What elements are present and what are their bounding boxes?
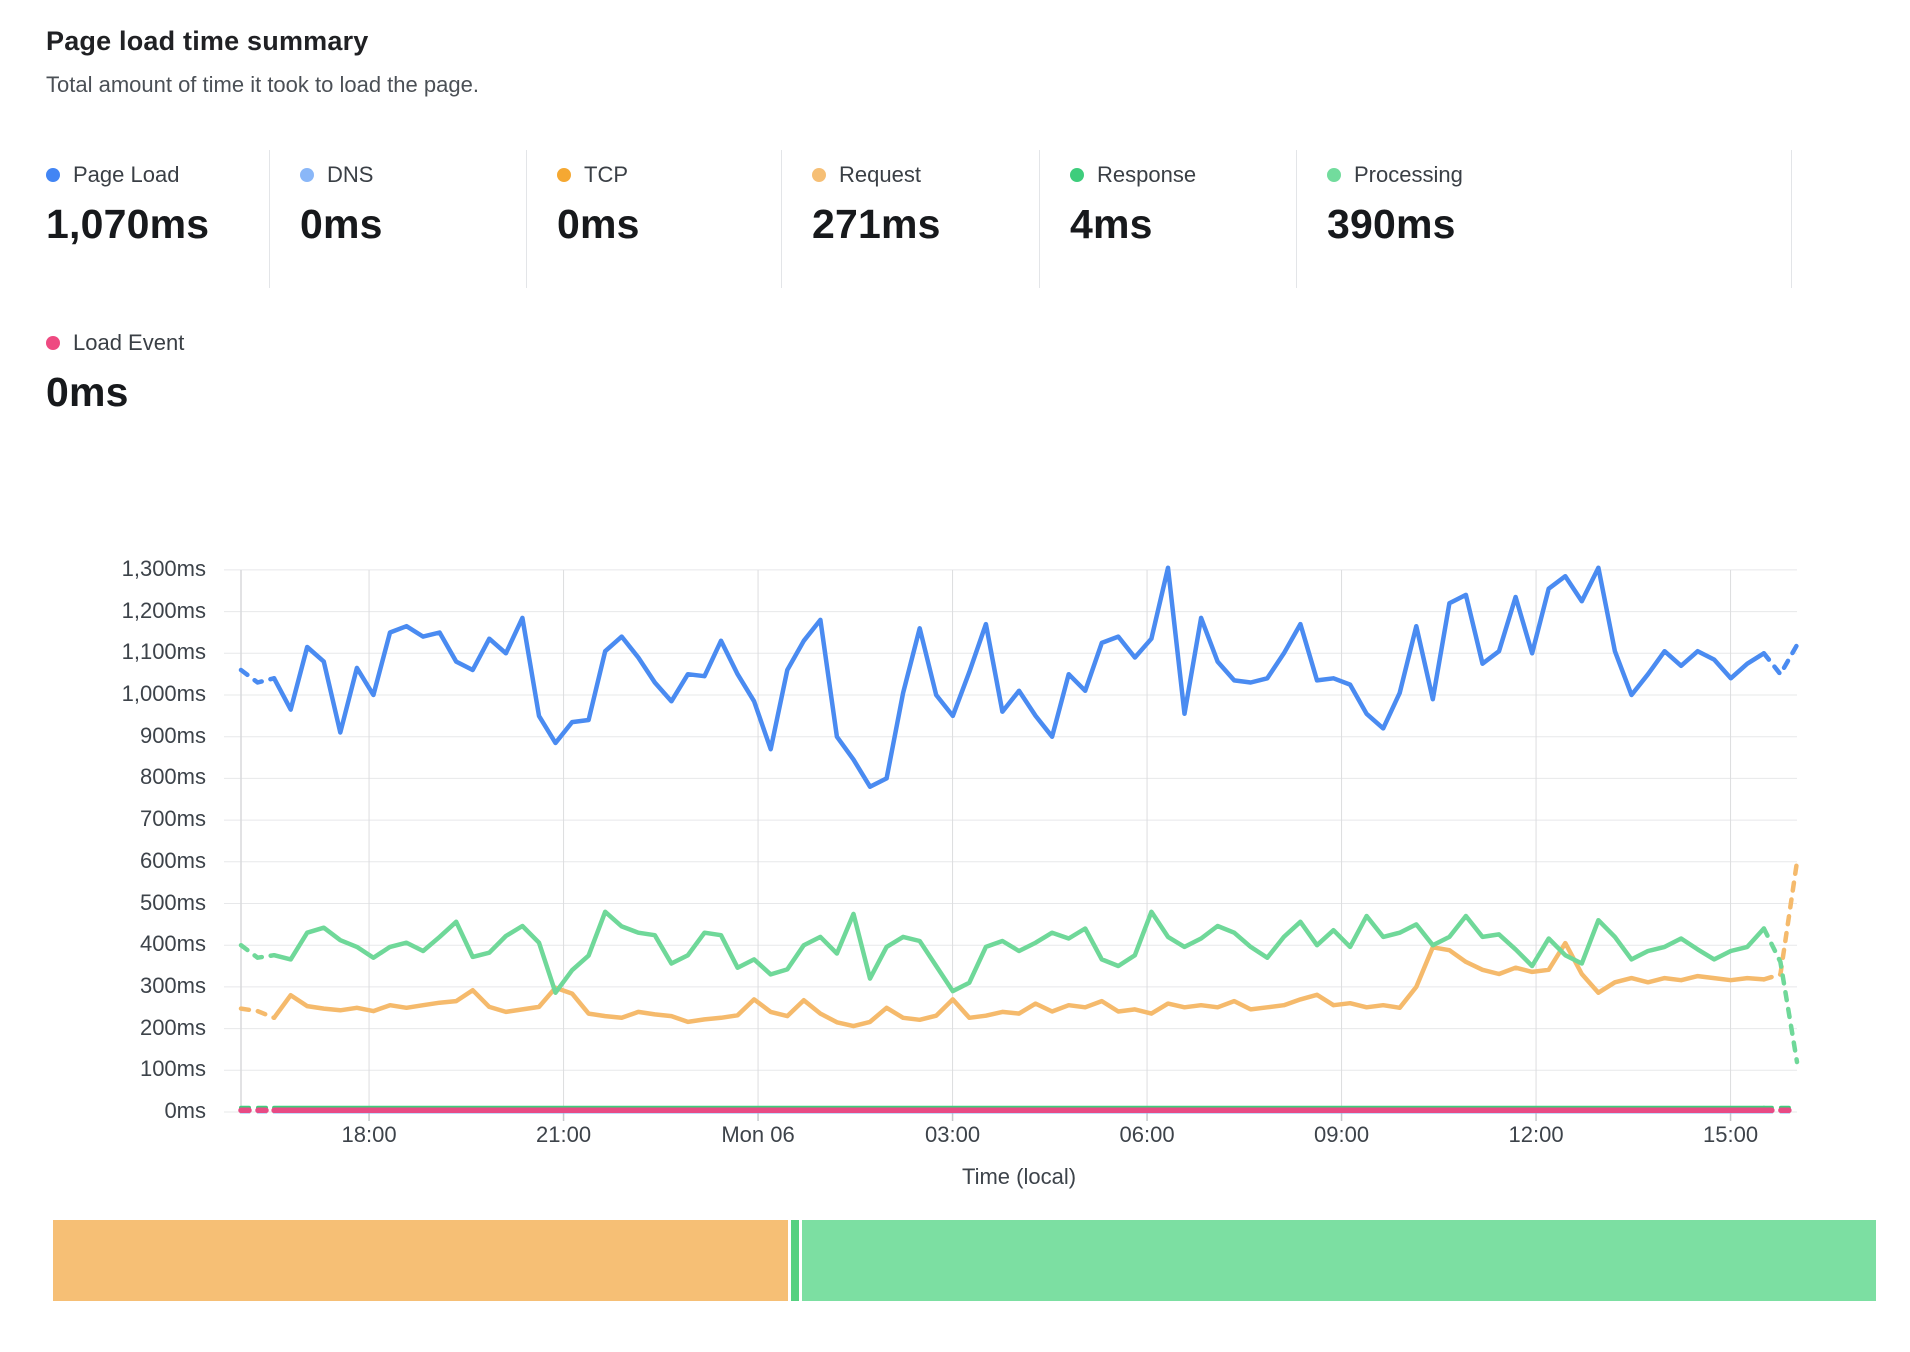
page-load-line — [274, 568, 1764, 787]
processing-line-head-dash — [241, 945, 274, 958]
x-axis-tick-label: 12:00 — [1456, 1122, 1616, 1148]
x-axis-title: Time (local) — [869, 1164, 1169, 1190]
y-axis-tick-label: 100ms — [56, 1056, 206, 1082]
y-axis-tick-label: 700ms — [56, 806, 206, 832]
processing-line — [274, 912, 1764, 993]
y-axis-tick-label: 600ms — [56, 848, 206, 874]
x-axis-tick-label: 06:00 — [1067, 1122, 1227, 1148]
y-axis-tick-label: 1,200ms — [56, 598, 206, 624]
x-axis-tick-label: 21:00 — [484, 1122, 644, 1148]
y-axis-tick-label: 300ms — [56, 973, 206, 999]
y-axis-tick-label: 800ms — [56, 764, 206, 790]
timing-distribution-bar — [53, 1220, 1876, 1301]
y-axis-tick-label: 400ms — [56, 931, 206, 957]
processing-line-tail-dash — [1764, 929, 1797, 1063]
timing-bar-segment-request-share — [53, 1220, 788, 1301]
x-axis-tick-label: 09:00 — [1262, 1122, 1422, 1148]
x-axis-tick-label: Mon 06 — [678, 1122, 838, 1148]
x-axis-tick-label: 15:00 — [1651, 1122, 1811, 1148]
x-axis-tick-label: 03:00 — [873, 1122, 1033, 1148]
x-axis-tick-label: 18:00 — [289, 1122, 449, 1148]
y-axis-tick-label: 1,100ms — [56, 639, 206, 665]
y-axis-tick-label: 0ms — [56, 1098, 206, 1124]
y-axis-tick-label: 900ms — [56, 723, 206, 749]
y-axis-tick-label: 1,300ms — [56, 556, 206, 582]
timing-bar-segment-response-share — [791, 1220, 799, 1301]
timing-bar-segment-processing-share — [802, 1220, 1876, 1301]
page-load-summary-panel: Page load time summary Total amount of t… — [0, 0, 1910, 1352]
load-time-line-chart — [0, 0, 1910, 1352]
y-axis-tick-label: 200ms — [56, 1015, 206, 1041]
page-load-line-head-dash — [241, 670, 274, 683]
y-axis-tick-label: 1,000ms — [56, 681, 206, 707]
y-axis-tick-label: 500ms — [56, 890, 206, 916]
page-load-line-tail-dash — [1764, 645, 1797, 674]
request-line-head-dash — [241, 1009, 274, 1018]
